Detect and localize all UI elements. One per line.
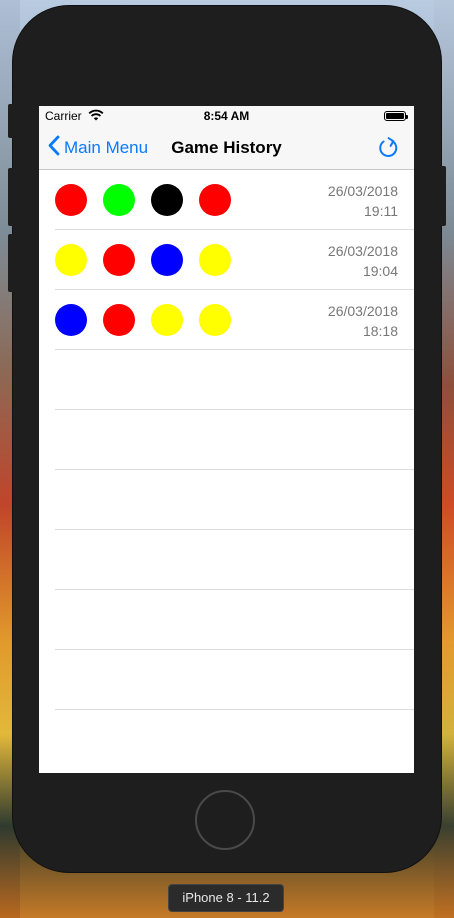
refresh-icon [376, 137, 400, 164]
color-peg [55, 244, 87, 276]
app-screen: Carrier 8:54 AM Main Menu Game History 2… [39, 106, 414, 773]
color-peg [103, 304, 135, 336]
volume-up-button [8, 168, 14, 226]
color-peg [199, 184, 231, 216]
color-peg [103, 244, 135, 276]
color-sequence [55, 244, 247, 276]
mute-switch [8, 104, 14, 138]
refresh-button[interactable] [376, 136, 400, 160]
game-time: 19:11 [364, 203, 398, 219]
status-time: 8:54 AM [203, 109, 250, 123]
game-date: 26/03/2018 [327, 303, 398, 319]
game-time: 19:04 [362, 263, 398, 279]
color-sequence [55, 304, 247, 336]
history-table: 26/03/2018 19:11 26/03/2018 19:04 26/03/… [39, 170, 414, 710]
game-timestamp: 26/03/2018 18:18 [328, 301, 398, 341]
volume-down-button [8, 234, 14, 292]
simulator-device-label: iPhone 8 - 11.2 [168, 884, 284, 912]
color-peg [199, 304, 231, 336]
row-divider [55, 709, 414, 710]
game-timestamp: 26/03/2018 19:11 [328, 181, 398, 221]
color-peg [55, 184, 87, 216]
empty-row [39, 530, 414, 590]
empty-row [39, 470, 414, 530]
empty-row [39, 590, 414, 650]
history-row[interactable]: 26/03/2018 19:04 [39, 230, 414, 290]
color-peg [151, 244, 183, 276]
history-row[interactable]: 26/03/2018 19:11 [39, 170, 414, 230]
empty-row [39, 650, 414, 710]
color-peg [199, 244, 231, 276]
color-peg [55, 304, 87, 336]
color-peg [151, 304, 183, 336]
color-peg [151, 184, 183, 216]
color-sequence [55, 184, 247, 216]
empty-row [39, 350, 414, 410]
game-date: 26/03/2018 [327, 243, 398, 259]
battery-icon [384, 111, 408, 121]
power-button [440, 166, 446, 226]
page-title: Game History [171, 138, 282, 157]
status-bar: Carrier 8:54 AM [39, 106, 414, 126]
history-row[interactable]: 26/03/2018 18:18 [39, 290, 414, 350]
color-peg [103, 184, 135, 216]
empty-row [39, 410, 414, 470]
game-time: 18:18 [362, 323, 398, 339]
navigation-bar: Main Menu Game History [39, 126, 414, 170]
game-date: 26/03/2018 [327, 183, 398, 199]
home-button[interactable] [195, 790, 255, 850]
game-timestamp: 26/03/2018 19:04 [328, 241, 398, 281]
